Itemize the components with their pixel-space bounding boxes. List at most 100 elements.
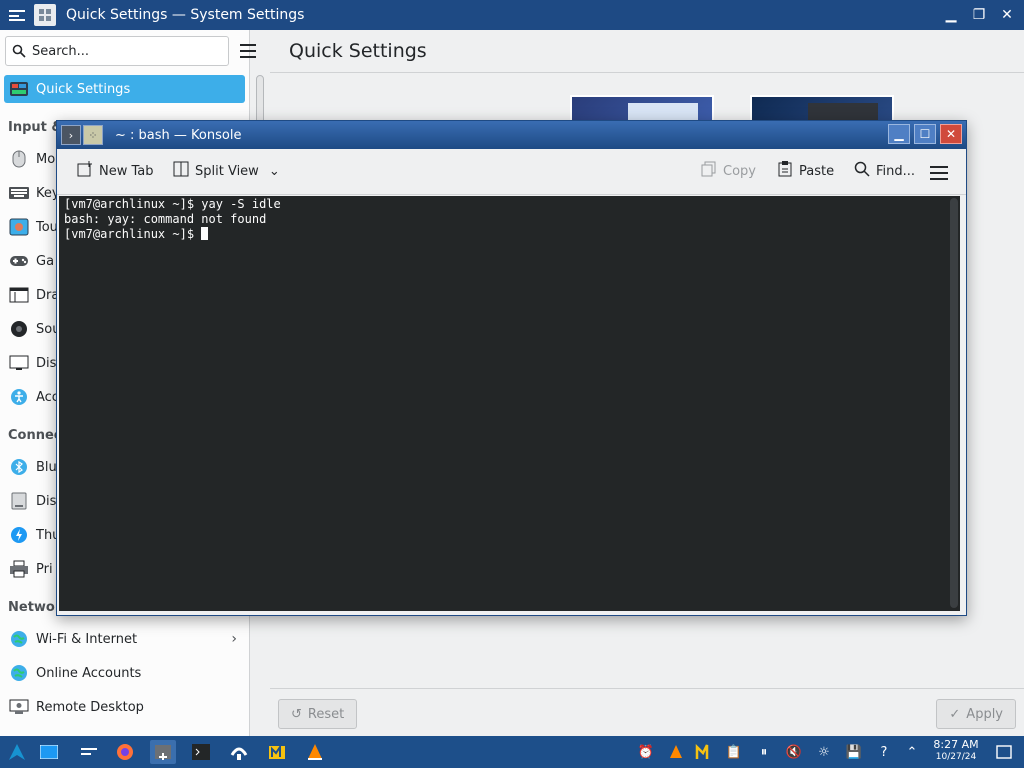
media-player-icon[interactable]: ⏸ bbox=[754, 742, 774, 762]
konsole-window-menu-icon[interactable]: › bbox=[61, 125, 81, 145]
konsole-taskbar-button[interactable] bbox=[188, 740, 214, 764]
clock-date: 10/27/24 bbox=[935, 752, 977, 762]
clock[interactable]: 8:27 AM 10/27/24 bbox=[928, 739, 984, 763]
clipboard-icon[interactable]: 📋 bbox=[724, 742, 744, 762]
sidebar-item-label: Tou bbox=[36, 219, 58, 235]
paste-icon bbox=[777, 161, 793, 181]
bluetooth-icon bbox=[8, 456, 30, 478]
search-icon bbox=[854, 161, 870, 181]
file-manager-icon[interactable] bbox=[264, 740, 290, 764]
konsole-app-icon: ⁘ bbox=[83, 125, 103, 145]
settings-window-menu-icon[interactable] bbox=[6, 4, 28, 26]
system-settings-taskbar-icon[interactable] bbox=[76, 740, 102, 764]
sidebar-category-connected-devices: Connec bbox=[8, 428, 62, 443]
sidebar-item-label: Mo bbox=[36, 151, 56, 167]
terminal-prompt: [vm7@archlinux ~]$ bbox=[64, 227, 202, 241]
terminal-output[interactable]: [vm7@archlinux ~]$ yay -S idle bash: yay… bbox=[59, 196, 960, 611]
close-button[interactable]: ✕ bbox=[996, 4, 1018, 26]
notifications-icon[interactable]: ⏰ bbox=[636, 742, 656, 762]
accessibility-icon bbox=[8, 386, 30, 408]
clock-time: 8:27 AM bbox=[933, 738, 979, 751]
minimize-button[interactable]: ▁ bbox=[940, 4, 962, 26]
konsole-titlebar[interactable]: › ⁘ ~ : bash — Konsole ▁ ☐ ✕ bbox=[57, 121, 966, 149]
drawing-tablet-icon bbox=[8, 284, 30, 306]
app-launcher-icon[interactable] bbox=[4, 740, 30, 764]
konsole-hamburger-menu-button[interactable] bbox=[930, 166, 948, 180]
sidebar-item-label: Online Accounts bbox=[36, 665, 142, 681]
taskbar: ⏰ 📋 ⏸ 🔇 ☼ 💾 ? ⌃ 8:27 AM 10/27/24 bbox=[0, 736, 1024, 768]
volume-muted-icon[interactable]: 🔇 bbox=[784, 742, 804, 762]
display-icon bbox=[8, 352, 30, 374]
printer-icon bbox=[8, 558, 30, 580]
settings-taskbar-button[interactable] bbox=[150, 740, 176, 764]
reset-label: Reset bbox=[307, 706, 345, 722]
search-icon bbox=[12, 44, 26, 58]
settings-hamburger-menu-button[interactable] bbox=[236, 40, 260, 62]
maximize-button[interactable]: ☐ bbox=[914, 124, 936, 144]
quick-settings-icon bbox=[8, 78, 30, 100]
konsole-toolbar: New Tab Split View ⌄ Copy Paste Find... bbox=[57, 149, 966, 195]
globe-icon bbox=[8, 628, 30, 650]
find-button[interactable]: Find... bbox=[854, 161, 915, 181]
copy-button[interactable]: Copy bbox=[701, 161, 756, 181]
settings-titlebar[interactable]: Quick Settings — System Settings ▁ ❐ ✕ bbox=[0, 0, 1024, 30]
split-view-button[interactable]: Split View ⌄ bbox=[173, 161, 280, 181]
sidebar-item-label: Dis bbox=[36, 493, 57, 509]
minimize-button[interactable]: ▁ bbox=[888, 124, 910, 144]
sidebar-item-label: Wi-Fi & Internet bbox=[36, 631, 138, 647]
apply-label: Apply bbox=[966, 706, 1003, 722]
copy-label: Copy bbox=[723, 163, 756, 179]
apply-button[interactable]: ✓ Apply bbox=[936, 699, 1016, 729]
online-accounts-icon bbox=[8, 662, 30, 684]
new-tab-icon bbox=[77, 161, 93, 181]
sidebar-item-wifi-internet[interactable]: Wi-Fi & Internet › bbox=[4, 625, 245, 653]
sidebar-category-input: Input & bbox=[8, 120, 63, 135]
sidebar-item-label: Dis bbox=[36, 355, 57, 371]
system-settings-app-icon bbox=[34, 4, 56, 26]
sidebar-item-label: Blu bbox=[36, 459, 57, 475]
search-input[interactable] bbox=[32, 43, 212, 59]
sidebar-item-quick-settings[interactable]: Quick Settings bbox=[4, 75, 245, 103]
maximize-button[interactable]: ❐ bbox=[968, 4, 990, 26]
checkmark-icon: ✓ bbox=[949, 706, 961, 722]
firefox-icon[interactable] bbox=[112, 740, 138, 764]
new-tab-label: New Tab bbox=[99, 163, 154, 179]
find-label: Find... bbox=[876, 163, 916, 179]
show-desktop-icon[interactable] bbox=[994, 742, 1014, 762]
new-tab-button[interactable]: New Tab bbox=[77, 161, 154, 181]
paste-label: Paste bbox=[799, 163, 835, 179]
keyboard-icon bbox=[8, 182, 30, 204]
brightness-icon[interactable]: ☼ bbox=[814, 742, 834, 762]
split-view-icon bbox=[173, 161, 189, 181]
chevron-right-icon: › bbox=[231, 631, 237, 647]
thunderbolt-icon bbox=[8, 524, 30, 546]
close-button[interactable]: ✕ bbox=[940, 124, 962, 144]
touchpad-icon bbox=[8, 216, 30, 238]
copy-icon bbox=[701, 161, 717, 181]
sidebar-category-networking: Networ bbox=[8, 600, 62, 615]
paste-button[interactable]: Paste bbox=[777, 161, 834, 181]
help-icon[interactable]: ? bbox=[874, 742, 894, 762]
terminal-line: bash: yay: command not found bbox=[64, 212, 267, 226]
vlc-icon[interactable] bbox=[302, 740, 328, 764]
vlc-tray-icon[interactable] bbox=[666, 742, 686, 762]
sidebar-item-remote-desktop[interactable]: Remote Desktop bbox=[4, 693, 245, 721]
sidebar-item-online-accounts[interactable]: Online Accounts bbox=[4, 659, 245, 687]
chevron-down-icon[interactable]: ⌄ bbox=[269, 164, 280, 179]
game-controller-icon bbox=[8, 250, 30, 272]
update-manager-icon[interactable] bbox=[694, 742, 714, 762]
reset-button[interactable]: ↺ Reset bbox=[278, 699, 358, 729]
show-hidden-icons-icon[interactable]: ⌃ bbox=[902, 742, 922, 762]
terminal-scrollbar[interactable] bbox=[950, 198, 958, 608]
desktop-pager-icon[interactable] bbox=[36, 740, 62, 764]
settings-footer: ↺ Reset ✓ Apply bbox=[270, 688, 1024, 736]
discover-icon[interactable] bbox=[226, 740, 252, 764]
remote-desktop-icon bbox=[8, 696, 30, 718]
page-title: Quick Settings bbox=[270, 30, 1024, 72]
undo-icon: ↺ bbox=[291, 706, 302, 722]
search-field[interactable] bbox=[5, 36, 229, 66]
sound-icon bbox=[8, 318, 30, 340]
sidebar-item-label: Quick Settings bbox=[36, 81, 131, 97]
disk-tray-icon[interactable]: 💾 bbox=[844, 742, 864, 762]
terminal-line: [vm7@archlinux ~]$ yay -S idle bbox=[64, 197, 281, 211]
